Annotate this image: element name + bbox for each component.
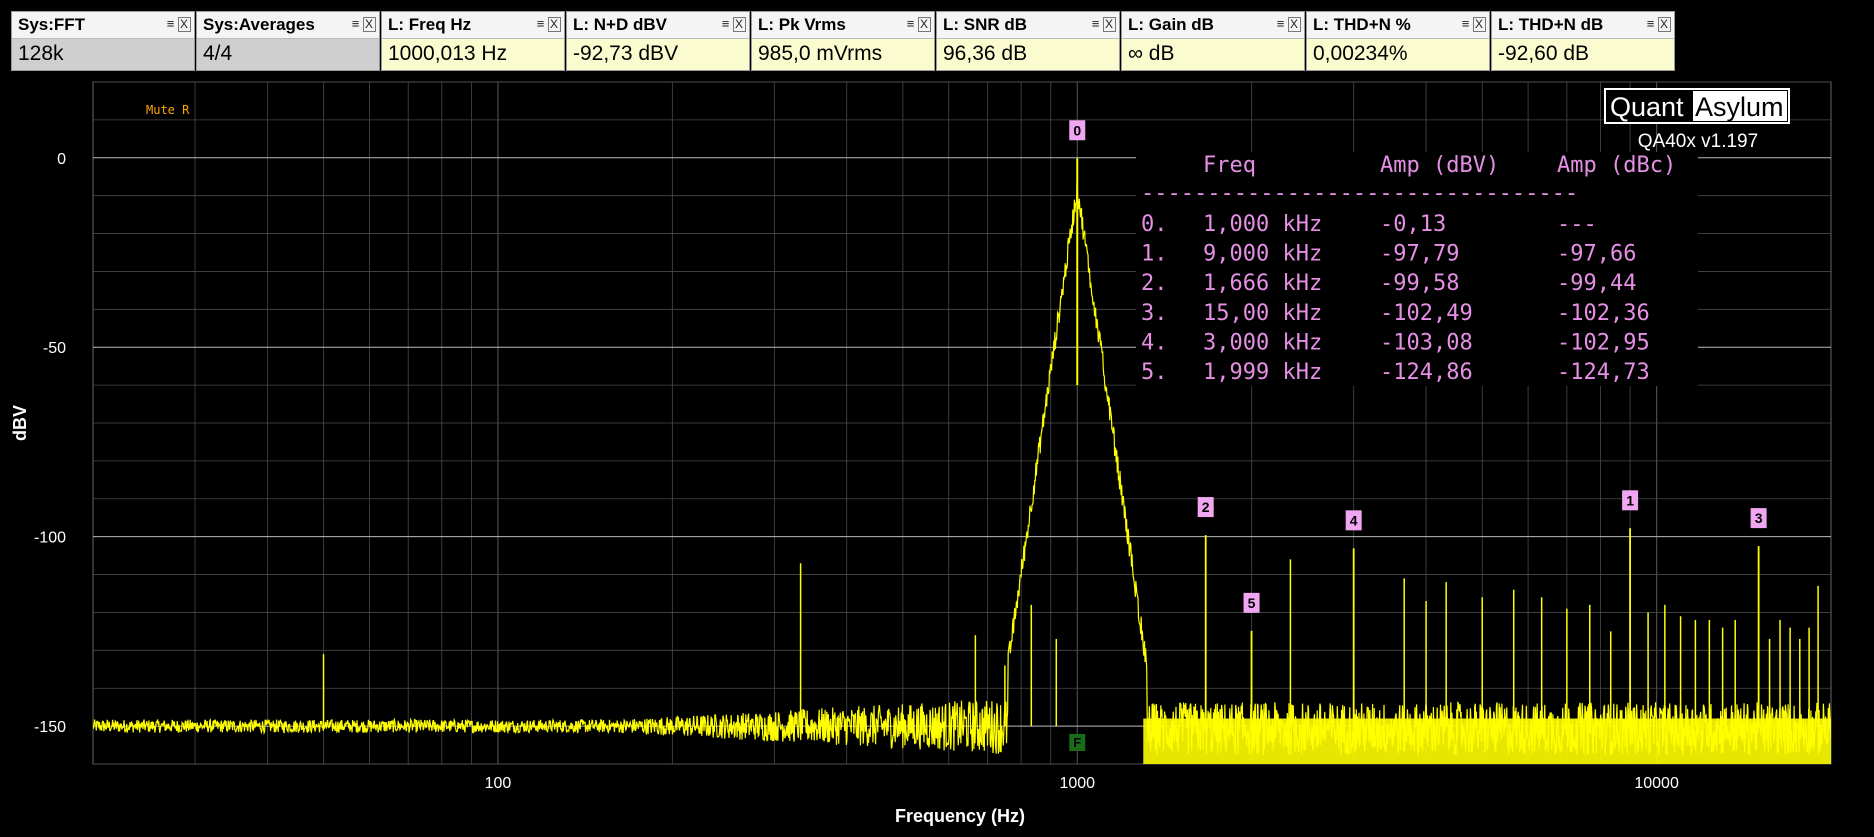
table-cell: 15,00 kHz [1203,301,1322,326]
version-label: QA40x v1.197 [1638,131,1758,152]
svg-text:Quant: Quant [1610,92,1684,122]
x-tick-label: 1000 [1059,775,1095,792]
table-cell: 3. [1141,301,1168,326]
table-cell: 0. [1141,212,1168,237]
fundamental-marker: F [1069,734,1086,751]
y-tick-label: -150 [34,719,66,736]
table-cell: -102,95 [1557,330,1650,355]
harmonic-marker-label: 2 [1202,499,1210,515]
table-cell: 5. [1141,360,1168,385]
table-cell: -124,73 [1557,360,1650,385]
table-cell: -97,66 [1557,242,1636,267]
x-tick-label: 10000 [1634,775,1679,792]
x-axis-label: Frequency (Hz) [895,806,1025,826]
svg-text:F: F [1073,735,1081,750]
y-tick-label: -100 [34,530,66,547]
table-cell: 1,000 kHz [1203,212,1322,237]
harmonic-marker-label: 1 [1626,492,1634,508]
mute-indicator: Mute R [146,103,190,117]
table-cell: 1,666 kHz [1203,271,1322,296]
table-cell: -99,58 [1380,271,1459,296]
quantasylum-logo: Quant Asylum [1604,88,1790,124]
table-header-cell: Amp (dBV) [1380,153,1499,178]
y-tick-label: -50 [43,340,66,357]
svg-text:Asylum: Asylum [1695,92,1784,122]
spectrum-plot[interactable]: 100 1000 10000 0 -50 -100 -150 0 1 2 3 4 5 Frequenc… [0,0,1874,837]
table-cell: -102,36 [1557,301,1650,326]
table-cell: --- [1557,212,1597,237]
harmonic-marker-label: 5 [1248,595,1256,611]
table-cell: 4. [1141,330,1168,355]
table-cell: -97,79 [1380,242,1459,267]
table-cell: -99,44 [1557,271,1636,296]
table-cell: 9,000 kHz [1203,242,1322,267]
table-cell: 2. [1141,271,1168,296]
harmonic-marker-label: 3 [1755,510,1763,526]
harmonic-marker-label: 0 [1073,122,1081,138]
table-header-cell: Freq [1203,153,1256,178]
harmonic-marker-label: 4 [1350,512,1358,528]
table-cell: -102,49 [1380,301,1473,326]
table-cell: -124,86 [1380,360,1473,385]
y-tick-label: 0 [57,151,66,168]
table-separator: --------------------------------- [1141,181,1578,206]
table-header-cell: Amp (dBc) [1557,153,1676,178]
table-cell: 1. [1141,242,1168,267]
table-cell: 1,999 kHz [1203,360,1322,385]
table-cell: 3,000 kHz [1203,330,1322,355]
x-tick-label: 100 [485,775,512,792]
table-cell: -0,13 [1380,212,1446,237]
noise-floor-band [1143,718,1831,764]
y-axis-label: dBV [10,405,30,441]
table-cell: -103,08 [1380,330,1473,355]
